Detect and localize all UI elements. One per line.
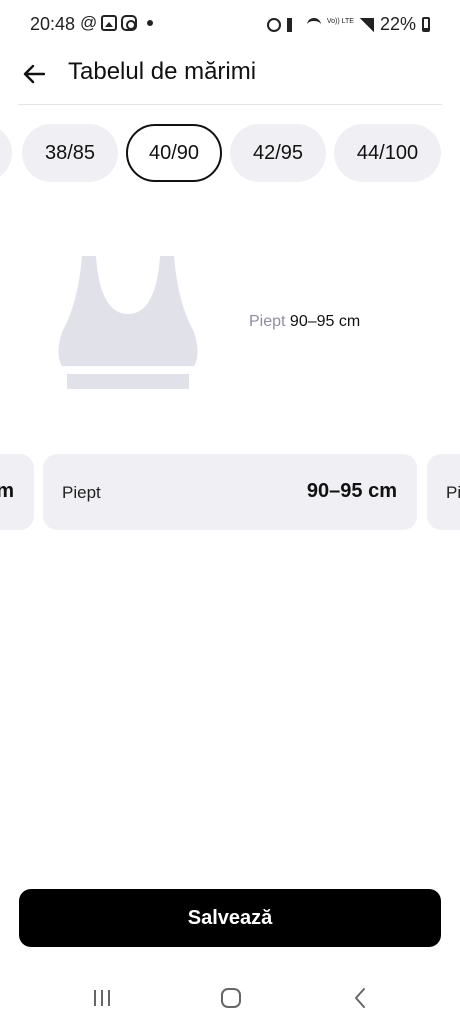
measurement-cards[interactable]: m Piept 90–95 cm Pi <box>0 454 460 530</box>
signal-icon <box>359 17 374 32</box>
back-button[interactable] <box>18 58 50 90</box>
battery-percent: 22% <box>379 14 416 34</box>
sports-bra-icon <box>56 254 200 392</box>
size-chip-44-100[interactable]: 44/100 <box>334 124 441 182</box>
size-chip-partial[interactable] <box>0 124 12 182</box>
image-icon <box>101 15 118 31</box>
system-icons: Vo)) LTE 22% <box>266 14 430 35</box>
card-label: Piept <box>62 483 101 502</box>
header-divider <box>18 104 442 105</box>
mute-icon <box>286 17 301 32</box>
measurement-label: Piept <box>249 313 286 330</box>
measurement-value: 90–95 cm <box>289 313 361 330</box>
page-title: Tabelul de mărimi <box>68 58 257 85</box>
status-bar: 20:48 @ Vo)) LTE 22% <box>0 0 460 52</box>
measurement-card-partial-right: Pi <box>427 454 460 530</box>
measurement-caption: Piept 90–95 cm <box>249 313 360 331</box>
wifi-icon <box>306 17 321 32</box>
measurement-card: Piept 90–95 cm <box>43 454 417 530</box>
size-chip-40-90[interactable]: 40/90 <box>126 124 222 182</box>
back-icon <box>355 988 365 1008</box>
recent-apps-icon <box>94 990 110 1006</box>
lte-icon: Vo)) LTE <box>326 17 354 25</box>
arrow-left-icon <box>23 64 45 84</box>
status-time: 20:48 <box>30 14 76 34</box>
at-icon: @ <box>80 13 98 32</box>
system-nav-bar <box>0 968 460 1024</box>
instagram-icon <box>121 15 138 31</box>
home-button[interactable] <box>216 986 246 1010</box>
recent-apps-button[interactable] <box>87 986 117 1010</box>
card-value: m <box>0 480 14 502</box>
card-label: Pi <box>446 483 460 502</box>
dot-icon <box>147 20 154 26</box>
alarm-icon <box>266 17 281 32</box>
card-value: 90–95 cm <box>306 480 397 502</box>
size-chip-row[interactable]: 38/85 40/90 42/95 44/100 <box>0 124 460 182</box>
save-button[interactable]: Salvează <box>19 889 441 947</box>
size-chip-42-95[interactable]: 42/95 <box>230 124 326 182</box>
nav-back-button[interactable] <box>345 986 375 1010</box>
notification-icons: @ <box>80 13 154 32</box>
battery-icon <box>422 17 430 32</box>
measurement-card-partial-left: m <box>0 454 34 530</box>
size-chip-38-85[interactable]: 38/85 <box>22 124 118 182</box>
header: Tabelul de mărimi <box>0 52 460 104</box>
home-icon <box>221 988 241 1008</box>
